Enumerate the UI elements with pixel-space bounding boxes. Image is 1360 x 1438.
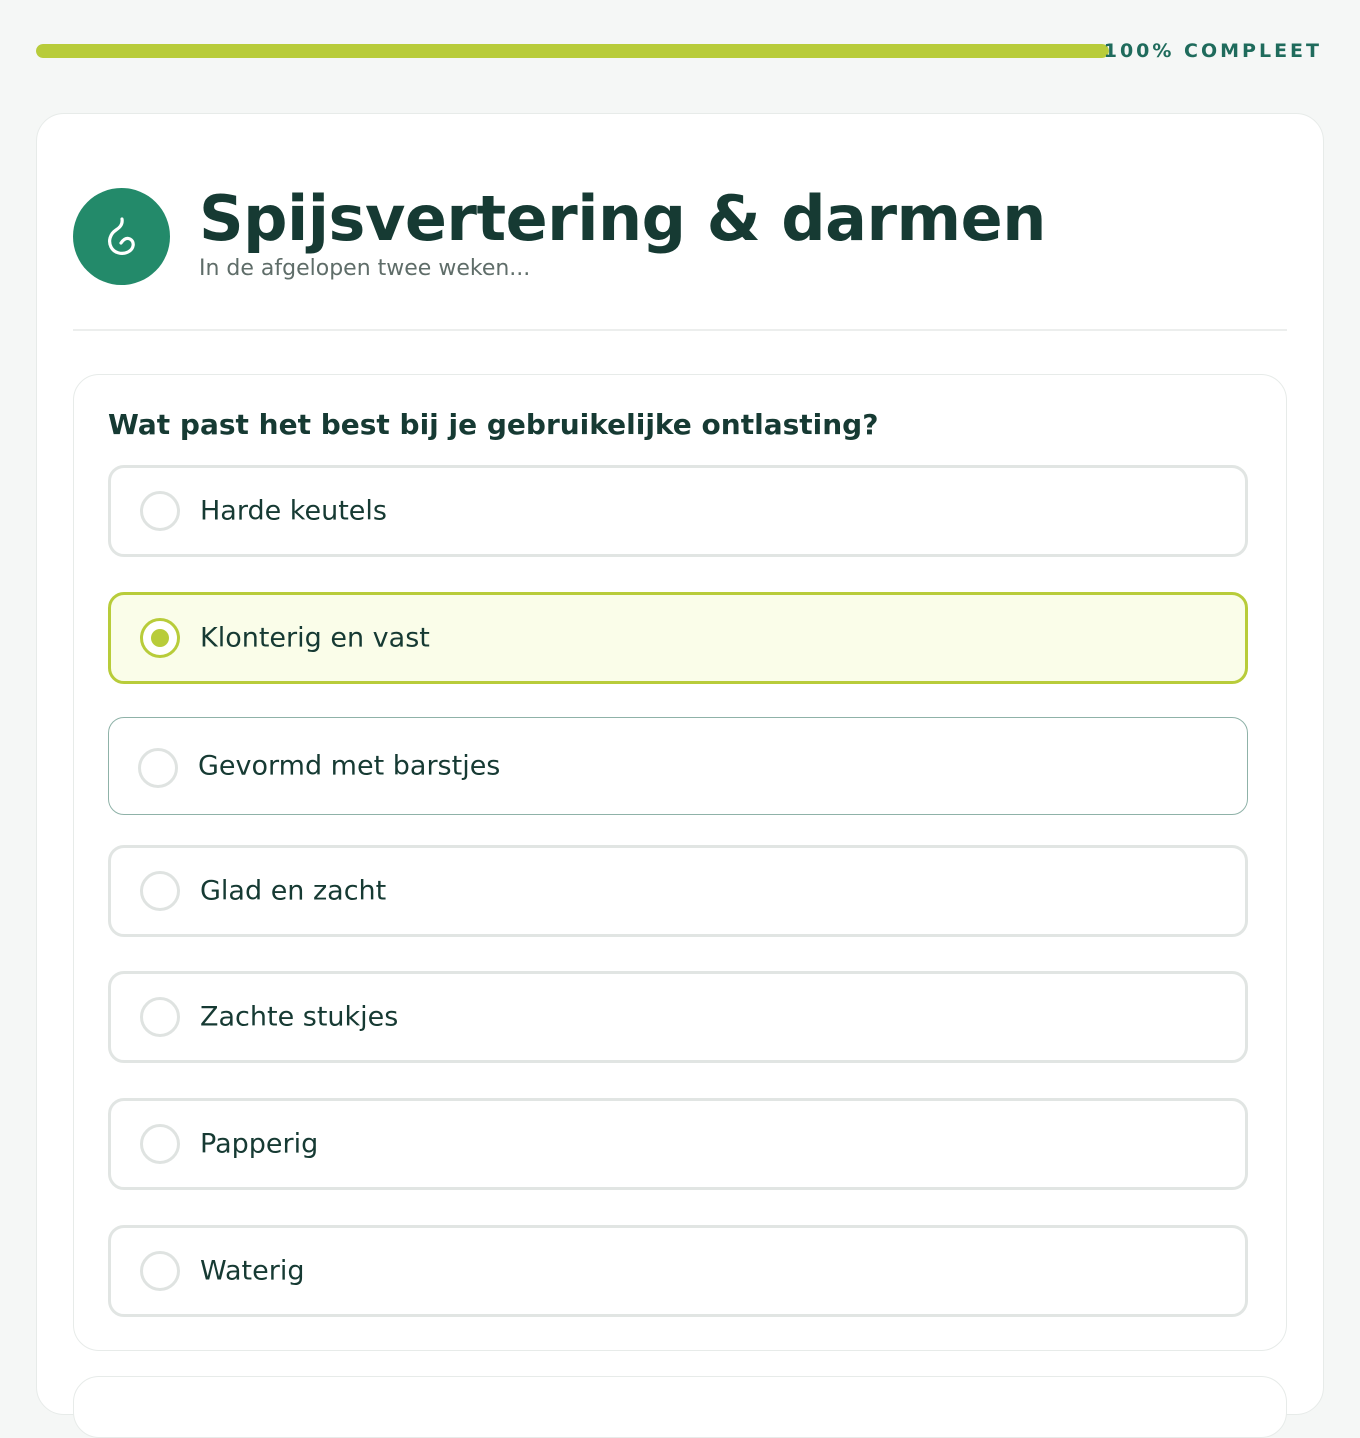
section-title: Spijsvertering & darmen bbox=[199, 182, 1046, 255]
section-card: Spijsvertering & darmen In de afgelopen … bbox=[36, 113, 1324, 1438]
radio-selected-dot bbox=[151, 629, 169, 647]
option-label: Papperig bbox=[200, 1128, 319, 1160]
option-label: Harde keutels bbox=[200, 495, 387, 527]
option-label: Waterig bbox=[200, 1255, 305, 1287]
progress-label: 100% COMPLEET bbox=[1103, 40, 1322, 62]
option-label: Glad en zacht bbox=[200, 875, 387, 907]
option-papperig[interactable]: Papperig bbox=[108, 1098, 1248, 1190]
radio-button[interactable] bbox=[140, 491, 180, 531]
divider bbox=[73, 329, 1287, 331]
progress-bar bbox=[36, 44, 1109, 58]
option-harde-keutels[interactable]: Harde keutels bbox=[108, 465, 1248, 557]
option-waterig[interactable]: Waterig bbox=[108, 1225, 1248, 1317]
radio-button[interactable] bbox=[140, 997, 180, 1037]
radio-button[interactable] bbox=[140, 1124, 180, 1164]
option-gevormd-met-barstjes[interactable]: Gevormd met barstjes bbox=[108, 717, 1248, 815]
stomach-icon-glyph bbox=[107, 216, 135, 255]
option-klonterig-en-vast[interactable]: Klonterig en vast bbox=[108, 592, 1248, 684]
option-label: Zachte stukjes bbox=[200, 1001, 399, 1033]
section-subtitle: In de afgelopen twee weken... bbox=[199, 256, 531, 281]
next-question-card bbox=[73, 1376, 1287, 1438]
option-label: Gevormd met barstjes bbox=[198, 750, 501, 782]
option-zachte-stukjes[interactable]: Zachte stukjes bbox=[108, 971, 1248, 1063]
radio-button[interactable] bbox=[140, 871, 180, 911]
radio-button[interactable] bbox=[138, 747, 178, 788]
radio-button[interactable] bbox=[140, 1251, 180, 1291]
option-glad-en-zacht[interactable]: Glad en zacht bbox=[108, 845, 1248, 937]
progress-bar-fill bbox=[36, 44, 1109, 58]
stomach-icon bbox=[73, 188, 170, 285]
radio-button[interactable] bbox=[140, 618, 180, 658]
question-text: Wat past het best bij je gebruikelijke o… bbox=[108, 408, 879, 441]
option-label: Klonterig en vast bbox=[200, 622, 430, 654]
progress-row: 100% COMPLEET bbox=[36, 40, 1324, 62]
question-card: Wat past het best bij je gebruikelijke o… bbox=[73, 374, 1287, 1351]
